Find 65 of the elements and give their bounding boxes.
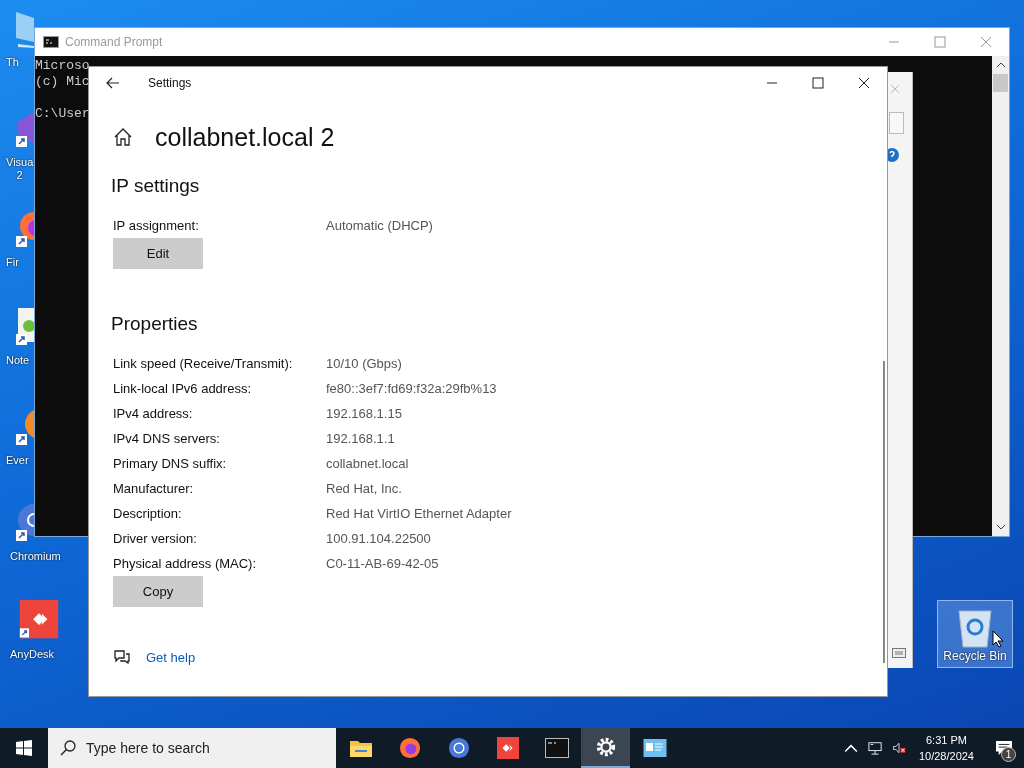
property-value: Red Hat, Inc. bbox=[326, 481, 402, 496]
notification-count: 1 bbox=[1001, 747, 1016, 762]
home-icon[interactable] bbox=[114, 128, 132, 146]
close-icon[interactable] bbox=[858, 77, 870, 89]
console-text: C:\User bbox=[35, 106, 90, 121]
network-icon[interactable] bbox=[867, 741, 882, 755]
scrollbar[interactable] bbox=[992, 56, 1009, 536]
property-value: C0-11-AB-69-42-05 bbox=[326, 556, 439, 571]
get-help-link[interactable]: Get help bbox=[146, 649, 196, 665]
scroll-up-icon[interactable] bbox=[995, 62, 1006, 68]
taskbar-app-button[interactable] bbox=[581, 728, 630, 768]
desktop-icon-label[interactable]: Note bbox=[6, 354, 30, 367]
property-label: Driver version: bbox=[112, 531, 198, 546]
section-heading: IP settings bbox=[111, 175, 201, 198]
search-field[interactable]: Type here to search bbox=[48, 728, 336, 768]
edit-button[interactable]: Edit bbox=[113, 238, 203, 269]
property-label: Manufacturer: bbox=[112, 481, 195, 496]
property-label: Primary DNS suffix: bbox=[112, 456, 228, 471]
desktop-icon-label[interactable]: Th bbox=[6, 56, 19, 69]
property-value: fe80::3ef7:fd69:f32a:29fb%13 bbox=[326, 381, 497, 396]
scrollbar-thumb[interactable] bbox=[883, 361, 885, 663]
property-label: IPv4 DNS servers: bbox=[112, 431, 221, 446]
property-value: collabnet.local bbox=[326, 456, 409, 471]
property-label: Link speed (Receive/Transmit): bbox=[112, 356, 294, 371]
back-arrow-icon[interactable] bbox=[106, 77, 120, 89]
desktop-icon-label[interactable]: Fir bbox=[6, 256, 19, 269]
property-value: Automatic (DHCP) bbox=[326, 218, 433, 233]
desktop-icon-label[interactable]: AnyDesk bbox=[10, 648, 55, 661]
property-label: Description: bbox=[112, 506, 183, 521]
windows-logo-icon bbox=[16, 740, 32, 756]
notepad-icon[interactable] bbox=[14, 306, 34, 346]
property-value: 192.168.1.15 bbox=[326, 406, 402, 421]
property-value: 10/10 (Gbps) bbox=[326, 356, 402, 371]
property-value: Red Hat VirtIO Ethernet Adapter bbox=[326, 506, 512, 521]
firefox-icon bbox=[397, 737, 422, 759]
maximize-icon[interactable] bbox=[812, 77, 824, 89]
window-title: Command Prompt bbox=[65, 35, 163, 49]
property-label: IPv4 address: bbox=[112, 406, 194, 421]
scrollbar-thumb[interactable] bbox=[993, 74, 1008, 92]
chat-bubbles-icon bbox=[113, 649, 131, 665]
chromium-icon bbox=[446, 737, 471, 759]
property-label: Physical address (MAC): bbox=[112, 556, 258, 571]
desktop-icon-label[interactable]: Chromium bbox=[10, 550, 61, 563]
volume-muted-icon[interactable] bbox=[891, 741, 906, 755]
terminal-icon bbox=[43, 36, 59, 48]
console-text: (c) Mic bbox=[35, 74, 90, 89]
scroll-down-icon[interactable] bbox=[995, 524, 1006, 530]
property-value: 192.168.1.1 bbox=[326, 431, 395, 446]
property-label: IP assignment: bbox=[112, 218, 200, 233]
page-heading: collabnet.local 2 bbox=[155, 122, 335, 152]
console-text: Microso bbox=[35, 58, 90, 73]
search-icon bbox=[60, 740, 76, 756]
property-value: 100.91.104.22500 bbox=[326, 531, 431, 546]
desktop-icon-label[interactable]: Ever bbox=[6, 454, 29, 467]
clock-time[interactable]: 6:31 PM bbox=[926, 732, 967, 748]
clock-date[interactable]: 10/28/2024 bbox=[918, 748, 974, 764]
mouse-cursor-icon bbox=[992, 630, 1004, 648]
recycle-bin-shortcut[interactable]: Recycle Bin bbox=[937, 600, 1013, 668]
copy-button[interactable]: Copy bbox=[113, 576, 203, 607]
anydesk-icon bbox=[495, 737, 520, 759]
desktop-icon-label[interactable]: Visua 2 bbox=[6, 156, 34, 182]
window-title: Settings bbox=[148, 76, 192, 90]
property-label: Link-local IPv6 address: bbox=[112, 381, 252, 396]
terminal-icon bbox=[544, 737, 569, 759]
section-heading: Properties bbox=[111, 313, 199, 336]
